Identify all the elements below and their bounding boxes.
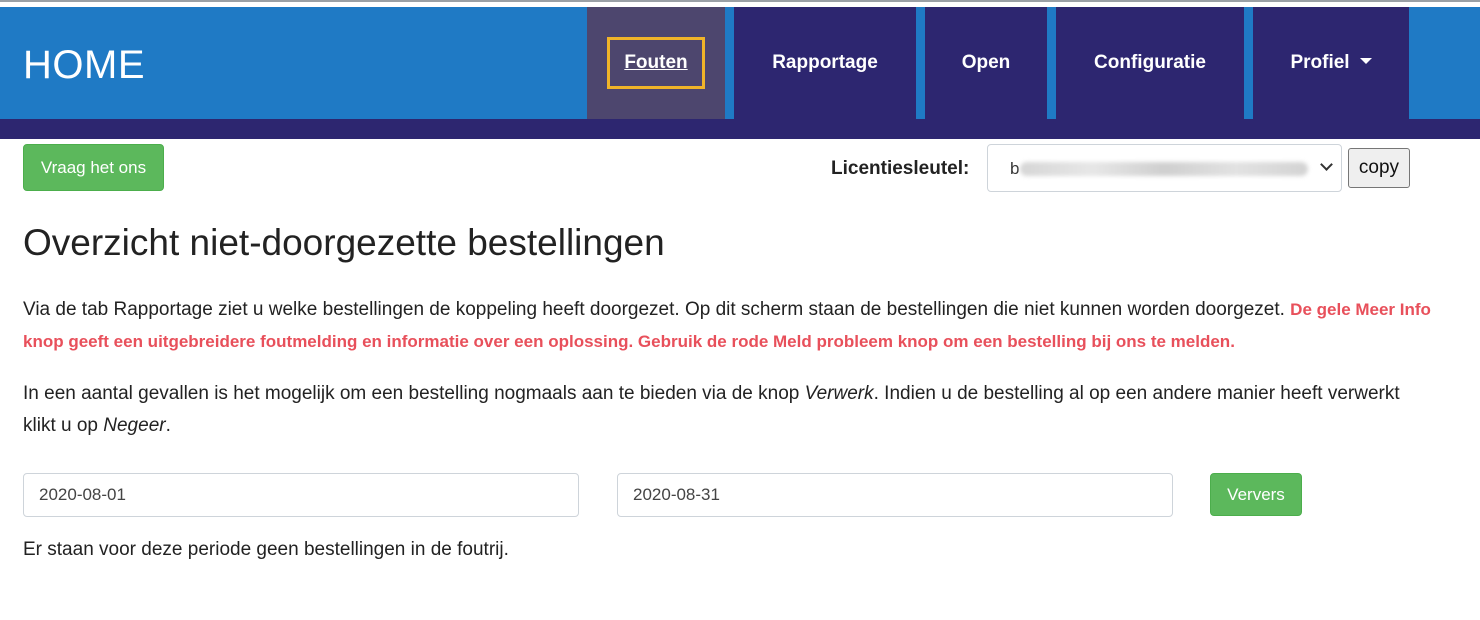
nav-item-configuratie-label: Configuratie [1094, 52, 1206, 73]
caret-down-icon [1359, 58, 1372, 64]
page-title: Overzicht niet-doorgezette bestellingen [23, 222, 665, 263]
navbar: HOME Fouten Rapportage Open Configuratie… [0, 7, 1480, 119]
window-top-border [0, 0, 1480, 7]
empty-state-message: Er staan voor deze periode geen bestelli… [23, 539, 509, 560]
nav-item-fouten-label: Fouten [607, 37, 705, 89]
nav-item-profiel[interactable]: Profiel [1253, 7, 1409, 119]
verwerk-term: Verwerk [804, 383, 874, 404]
intro-text: Via de tab Rapportage ziet u welke beste… [23, 299, 1285, 320]
nav-item-open-label: Open [961, 52, 1011, 73]
refresh-button[interactable]: Ververs [1210, 473, 1302, 516]
nav-item-open[interactable]: Open [925, 7, 1047, 119]
date-from-value: 2020-08-01 [39, 485, 126, 504]
nav-item-rapportage[interactable]: Rapportage [734, 7, 916, 119]
copy-button[interactable]: copy [1348, 148, 1410, 188]
instructions-text-a: In een aantal gevallen is het mogelijk o… [23, 383, 805, 404]
nav-item-profiel-label: Profiel [1290, 52, 1350, 73]
nav-item-configuratie[interactable]: Configuratie [1056, 7, 1244, 119]
negeer-term: Negeer [103, 415, 166, 436]
nav-item-rapportage-label: Rapportage [772, 52, 878, 73]
brand-home[interactable]: HOME [23, 43, 145, 88]
ask-us-button[interactable]: Vraag het ons [23, 144, 164, 191]
license-key-label: Licentiesleutel: [831, 158, 970, 179]
nav-item-fouten[interactable]: Fouten [587, 7, 725, 119]
license-key-value: b [1010, 159, 1020, 178]
license-key-redacted [1020, 162, 1308, 176]
date-from-input[interactable]: 2020-08-01 [23, 473, 579, 517]
instructions-text-c: . [165, 415, 171, 436]
intro-paragraph: Via de tab Rapportage ziet u welke beste… [23, 294, 1453, 358]
chevron-down-icon [1320, 158, 1333, 171]
license-key-select[interactable]: b [987, 144, 1342, 192]
date-to-value: 2020-08-31 [633, 485, 720, 504]
date-to-input[interactable]: 2020-08-31 [617, 473, 1173, 517]
navbar-underbar [0, 119, 1480, 139]
instructions-paragraph: In een aantal gevallen is het mogelijk o… [23, 378, 1423, 442]
